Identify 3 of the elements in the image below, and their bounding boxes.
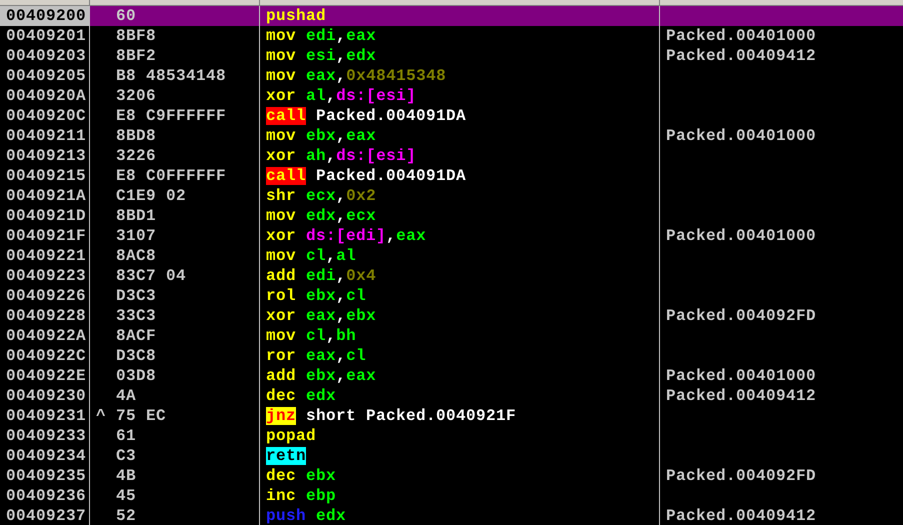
address-cell[interactable]: 00409200 [0,6,90,26]
instruction-cell: pushad [260,6,660,26]
hex-bytes-cell: 60 [90,6,260,26]
